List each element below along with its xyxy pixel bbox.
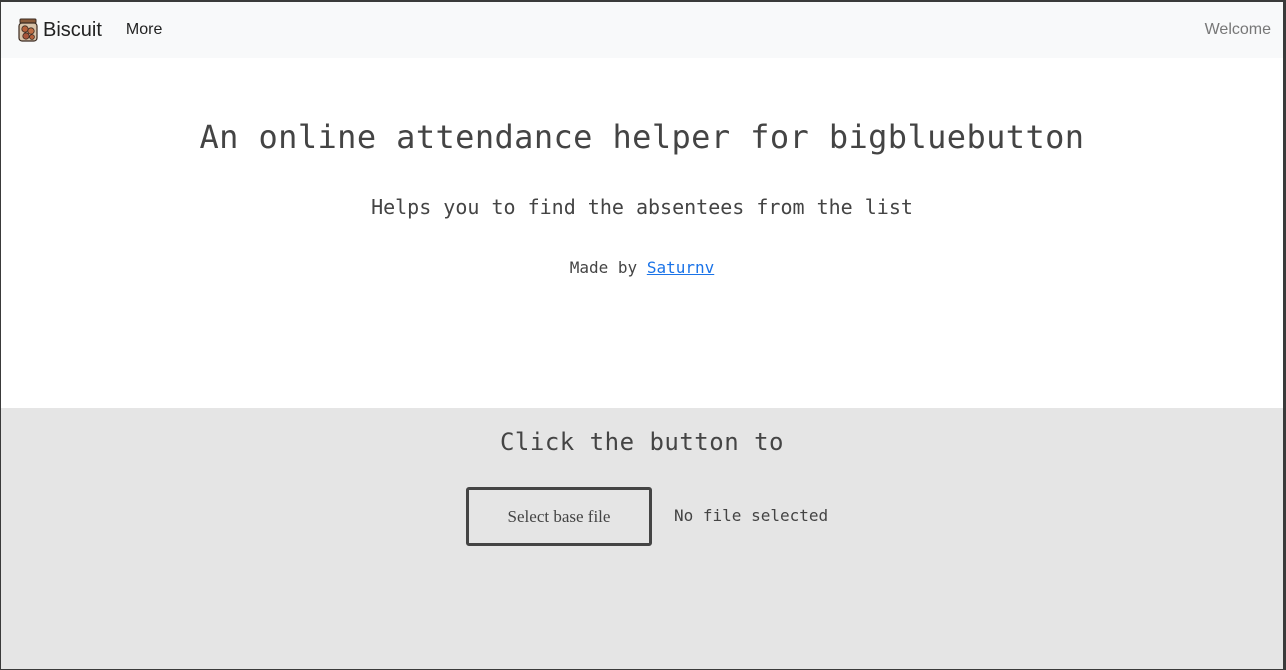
navbar: Biscuit More Welcome xyxy=(1,2,1283,58)
brand-link[interactable]: Biscuit xyxy=(17,18,102,42)
nav-more-link[interactable]: More xyxy=(126,21,162,39)
page-title: An online attendance helper for bigblueb… xyxy=(199,118,1085,156)
nav-welcome-text: Welcome xyxy=(1204,21,1271,38)
author-link[interactable]: Saturnv xyxy=(647,258,714,277)
hero-section: An online attendance helper for bigblueb… xyxy=(1,58,1283,408)
upload-section: Click the button to Select base file No … xyxy=(1,408,1283,669)
credit-line: Made by Saturnv xyxy=(1,258,1283,277)
credit-prefix: Made by xyxy=(569,258,638,277)
app-window: Biscuit More Welcome An online attendanc… xyxy=(0,0,1286,670)
brand-label: Biscuit xyxy=(43,18,102,41)
upload-heading: Click the button to xyxy=(499,428,785,456)
select-base-file-button[interactable]: Select base file xyxy=(466,487,652,546)
biscuit-jar-icon xyxy=(17,18,39,42)
page-subtitle: Helps you to find the absentees from the… xyxy=(371,195,913,219)
file-status-text: No file selected xyxy=(674,506,829,525)
